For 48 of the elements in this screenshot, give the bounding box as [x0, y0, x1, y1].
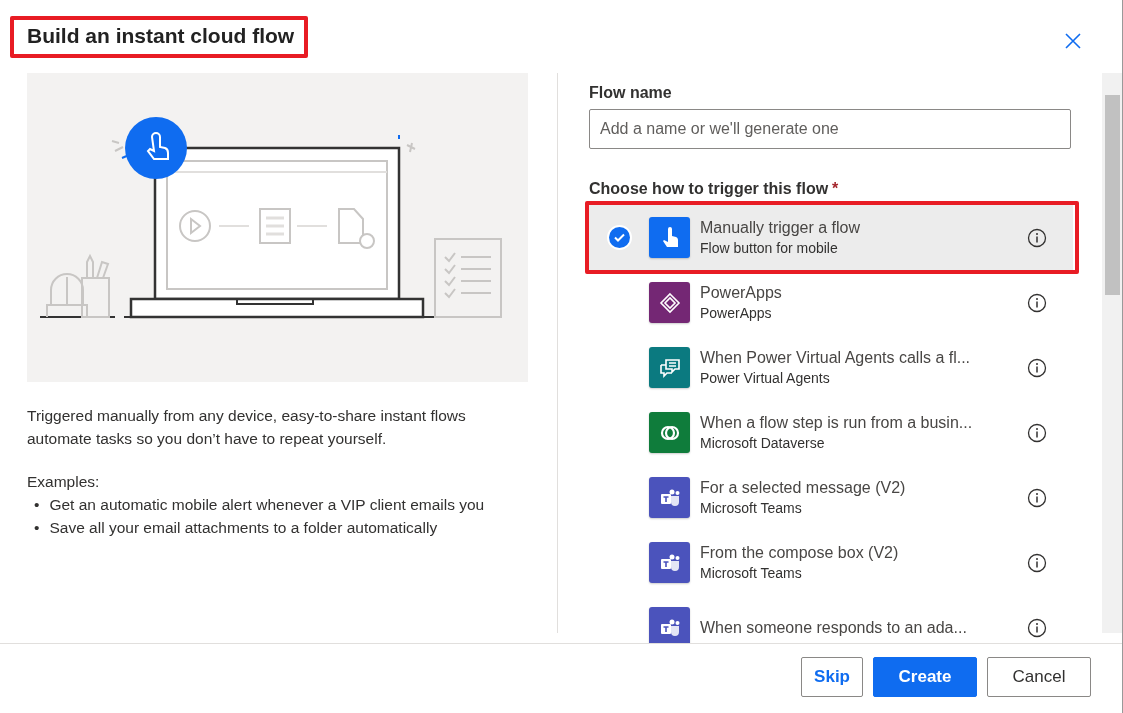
required-mark: *: [832, 179, 839, 199]
trigger-subtitle: Power Virtual Agents: [700, 369, 831, 388]
people-icon: [658, 552, 681, 573]
info-icon[interactable]: [1027, 292, 1047, 313]
trigger-title: Manually trigger a flow: [700, 218, 862, 238]
trigger-title: When a flow step is run from a busin...: [700, 413, 974, 433]
scrollbar[interactable]: [1102, 73, 1122, 633]
trigger-subtitle: Microsoft Teams: [700, 499, 803, 518]
people-icon: [658, 487, 681, 508]
cancel-button[interactable]: Cancel: [987, 656, 1091, 697]
flow-name-field[interactable]: Add a name or we'll generate one: [589, 109, 1071, 149]
create-button[interactable]: Create: [873, 656, 977, 697]
trigger-option[interactable]: When a flow step is run from a busin... Microsoft Dataverse: [589, 400, 1073, 465]
trigger-title: When Power Virtual Agents calls a fl...: [700, 348, 972, 368]
trigger-option[interactable]: From the compose box (V2) Microsoft Teams: [589, 530, 1073, 595]
bullet-mark: •: [34, 495, 40, 515]
close-icon[interactable]: [1064, 32, 1082, 50]
examples-heading: Examples:: [27, 472, 101, 492]
chat-bubbles-icon: [657, 356, 682, 379]
example-item: Save all your email attachments to a folder automatically: [49, 518, 438, 538]
info-icon[interactable]: [1027, 487, 1047, 508]
dialog-title: Build an instant cloud flow: [27, 23, 295, 49]
bullet-mark: •: [34, 518, 40, 538]
trigger-title: From the compose box (V2): [700, 543, 900, 563]
info-icon[interactable]: [1027, 422, 1047, 443]
trigger-option[interactable]: PowerApps PowerApps: [589, 270, 1073, 335]
trigger-option[interactable]: For a selected message (V2) Microsoft Teams: [589, 465, 1073, 530]
trigger-subtitle: Flow button for mobile: [700, 239, 839, 258]
trigger-option[interactable]: When someone responds to an ada...: [589, 595, 1073, 643]
description-text: Triggered manually from any device, easy-to-share instant flows automate tasks so you don’t have to repeat yourself.: [27, 406, 467, 449]
trigger-subtitle: Microsoft Dataverse: [700, 434, 826, 453]
trigger-subtitle: Microsoft Teams: [700, 564, 803, 583]
example-item: Get an automatic mobile alert whenever a VIP client emails you: [49, 495, 485, 515]
check-icon: [609, 227, 630, 248]
trigger-title: For a selected message (V2): [700, 478, 907, 498]
trigger-title: When someone responds to an ada...: [700, 618, 968, 638]
info-icon[interactable]: [1027, 617, 1047, 638]
flow-name-label: Flow name: [589, 83, 673, 103]
trigger-subtitle: PowerApps: [700, 304, 773, 323]
info-icon[interactable]: [1027, 227, 1047, 248]
trigger-option[interactable]: When Power Virtual Agents calls a fl... Power Virtual Agents: [589, 335, 1073, 400]
diamond-icon: [658, 291, 681, 314]
skip-button[interactable]: Skip: [801, 656, 863, 697]
info-icon[interactable]: [1027, 357, 1047, 378]
trigger-title: PowerApps: [700, 283, 783, 303]
people-icon: [658, 617, 681, 638]
info-icon[interactable]: [1027, 552, 1047, 573]
trigger-label: Choose how to trigger this flow: [589, 179, 829, 199]
